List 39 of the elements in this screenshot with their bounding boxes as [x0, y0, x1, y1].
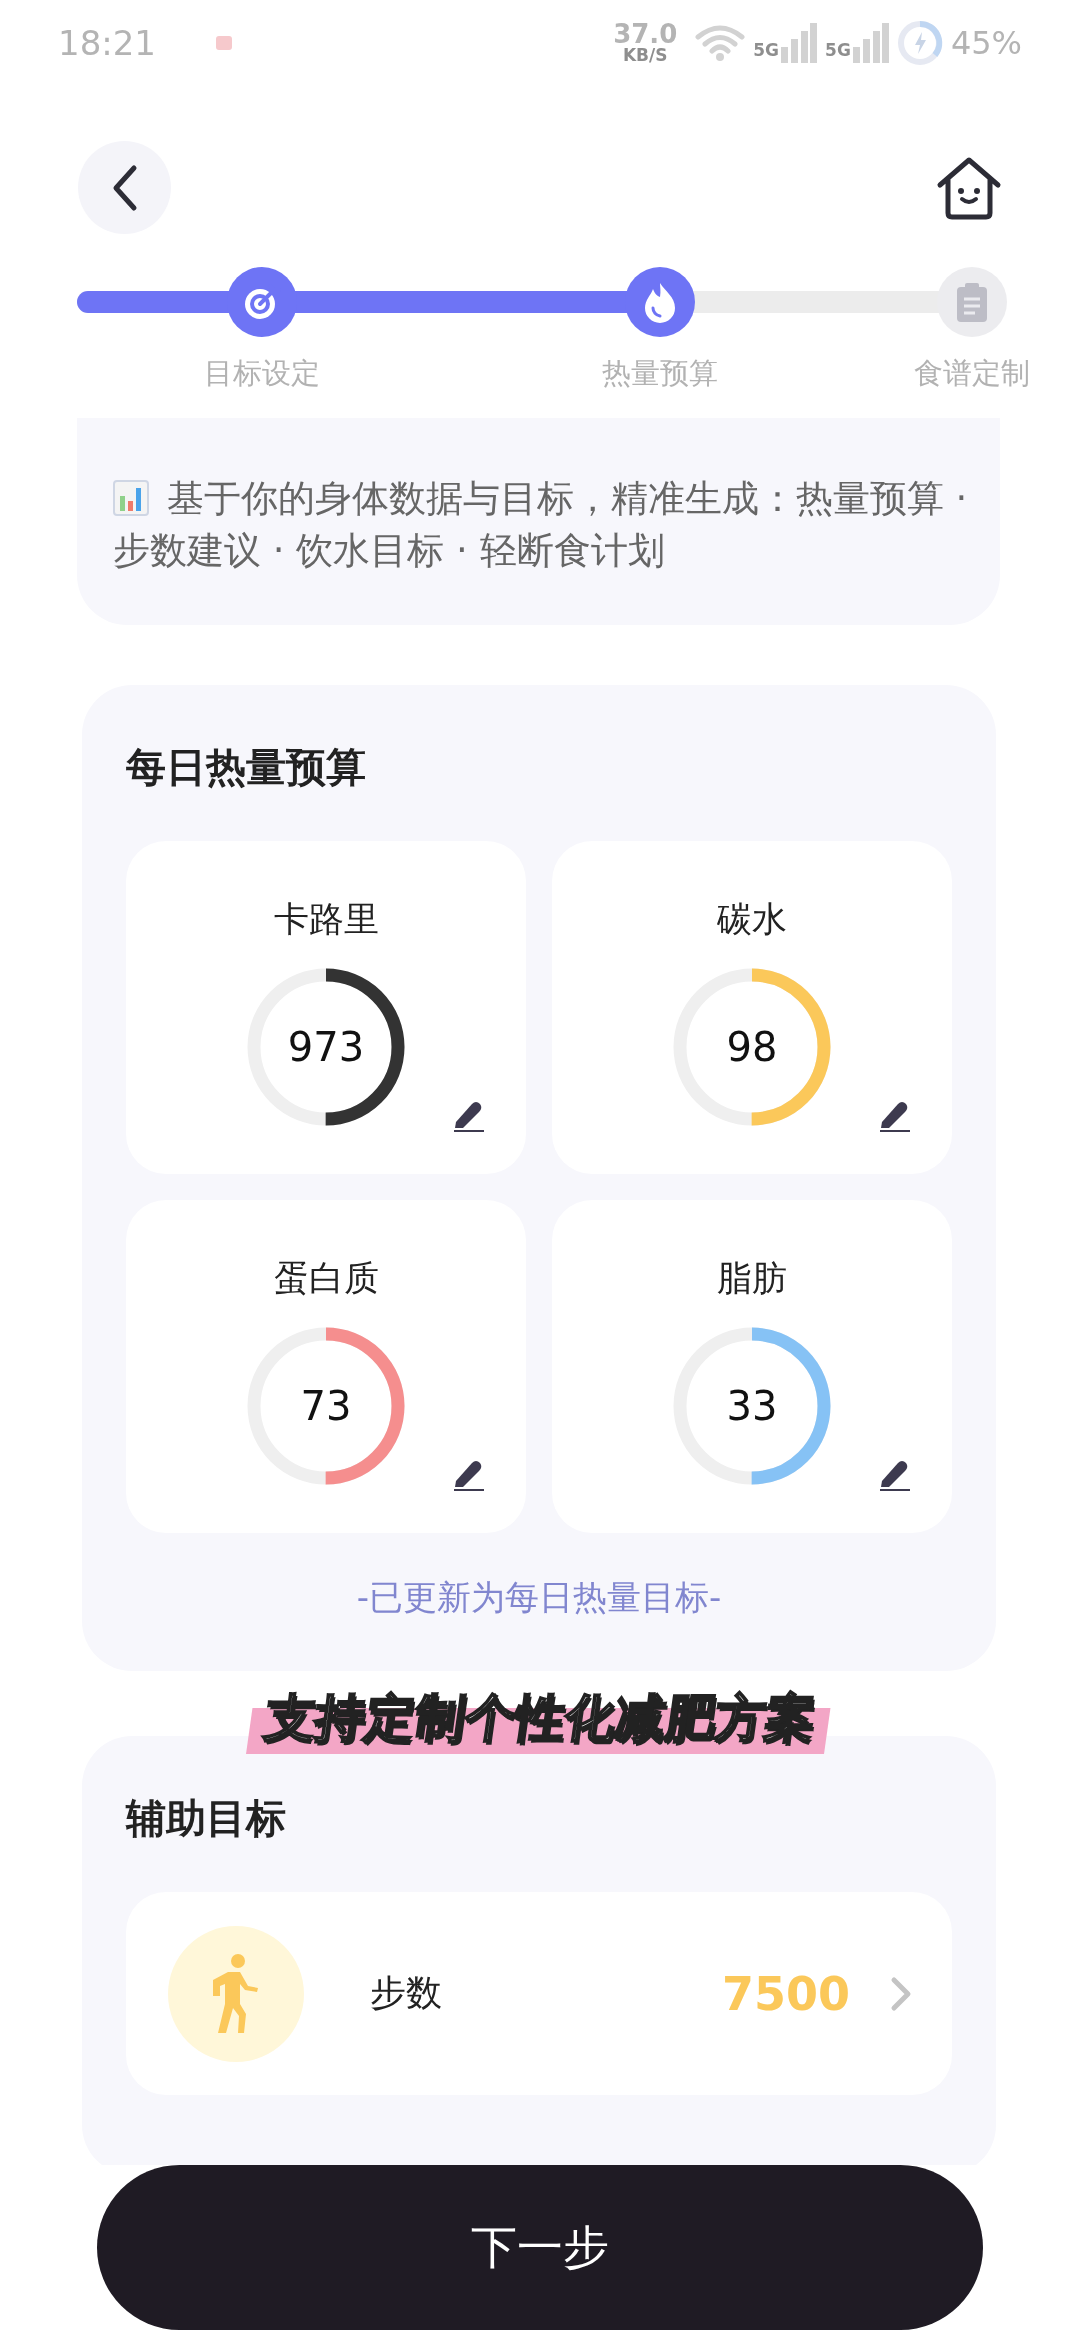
- home-icon[interactable]: [936, 154, 1002, 221]
- signal-icon: [781, 22, 818, 63]
- speed-unit: KB/S: [622, 47, 668, 64]
- goal-value: 7500: [721, 1966, 850, 2021]
- nutrient-label: 脂肪: [717, 1257, 787, 1300]
- goal-row[interactable]: 步数 7500: [126, 1892, 952, 2095]
- notification-icon: [216, 35, 232, 50]
- nutrient-label: 碳水: [717, 898, 787, 941]
- section-title: 辅助目标: [126, 1794, 287, 1842]
- section-title: 每日热量预算: [126, 743, 367, 791]
- nutrient-value: 973: [287, 1024, 365, 1070]
- goal-label: 步数: [370, 1971, 442, 2015]
- step-label: 食谱定制: [914, 355, 1031, 392]
- flame-icon: [643, 281, 678, 323]
- clipboard-icon: [955, 282, 990, 322]
- nutrient-value: 98: [726, 1024, 778, 1070]
- nutrient-card[interactable]: 蛋白质 73: [126, 1200, 526, 1533]
- intro-text: 基于你的身体数据与目标，精准生成：热量预算 · 步数建议 · 饮水目标 · 轻断食计划: [113, 476, 969, 574]
- wifi-icon: [695, 23, 746, 62]
- nutrient-value: 73: [300, 1383, 352, 1429]
- network-type: 5G: [825, 39, 851, 60]
- nutrient-card[interactable]: 卡路里 973: [126, 841, 526, 1174]
- status-time: 18:21: [58, 22, 156, 63]
- network-speed: 37.0: [613, 21, 678, 47]
- signal-icon: [852, 22, 889, 63]
- step-label: 热量预算: [602, 355, 719, 392]
- nutrient-value: 33: [726, 1383, 778, 1429]
- nutrient-label: 卡路里: [273, 898, 379, 941]
- update-note: -已更新为每日热量目标-: [355, 1576, 723, 1619]
- battery-icon: [896, 19, 943, 66]
- next-button[interactable]: 下一步: [97, 2165, 983, 2330]
- nutrient-label: 蛋白质: [273, 1257, 379, 1300]
- network-type: 5G: [753, 39, 780, 60]
- bar-chart-icon: [113, 480, 149, 516]
- battery-level: 45%: [950, 23, 1022, 62]
- nutrient-card[interactable]: 脂肪 33: [552, 1200, 952, 1533]
- step-label: 目标设定: [203, 355, 320, 392]
- chevron-icon: [890, 1975, 912, 2012]
- nutrient-card[interactable]: 碳水 98: [552, 841, 952, 1174]
